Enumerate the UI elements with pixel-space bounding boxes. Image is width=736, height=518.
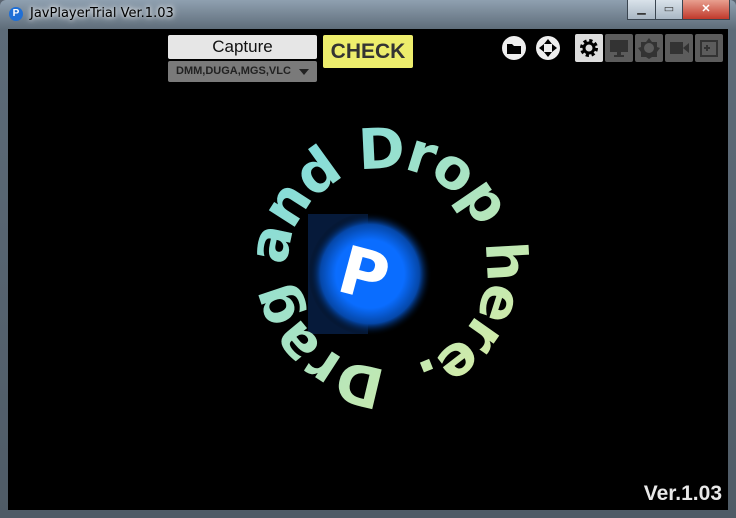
app-icon: P (9, 7, 23, 21)
window-title: JavPlayerTrial Ver.1.03 (30, 6, 174, 21)
version-label: Ver.1.03 (643, 482, 722, 505)
minimize-button[interactable]: ▁ (627, 0, 656, 20)
player-area[interactable]: Capture DMM,DUGA,MGS,VLC CHECK P Drag an… (8, 29, 728, 510)
drop-zone[interactable]: P Drag and Drop here. (8, 29, 728, 510)
app-window: P JavPlayerTrial Ver.1.03 ▁ ▭ ✕ Capture … (0, 0, 736, 518)
logo: P (308, 212, 432, 336)
title-bar[interactable]: P JavPlayerTrial Ver.1.03 ▁ ▭ ✕ (0, 0, 736, 28)
close-button[interactable]: ✕ (682, 0, 730, 20)
maximize-button[interactable]: ▭ (655, 0, 683, 20)
